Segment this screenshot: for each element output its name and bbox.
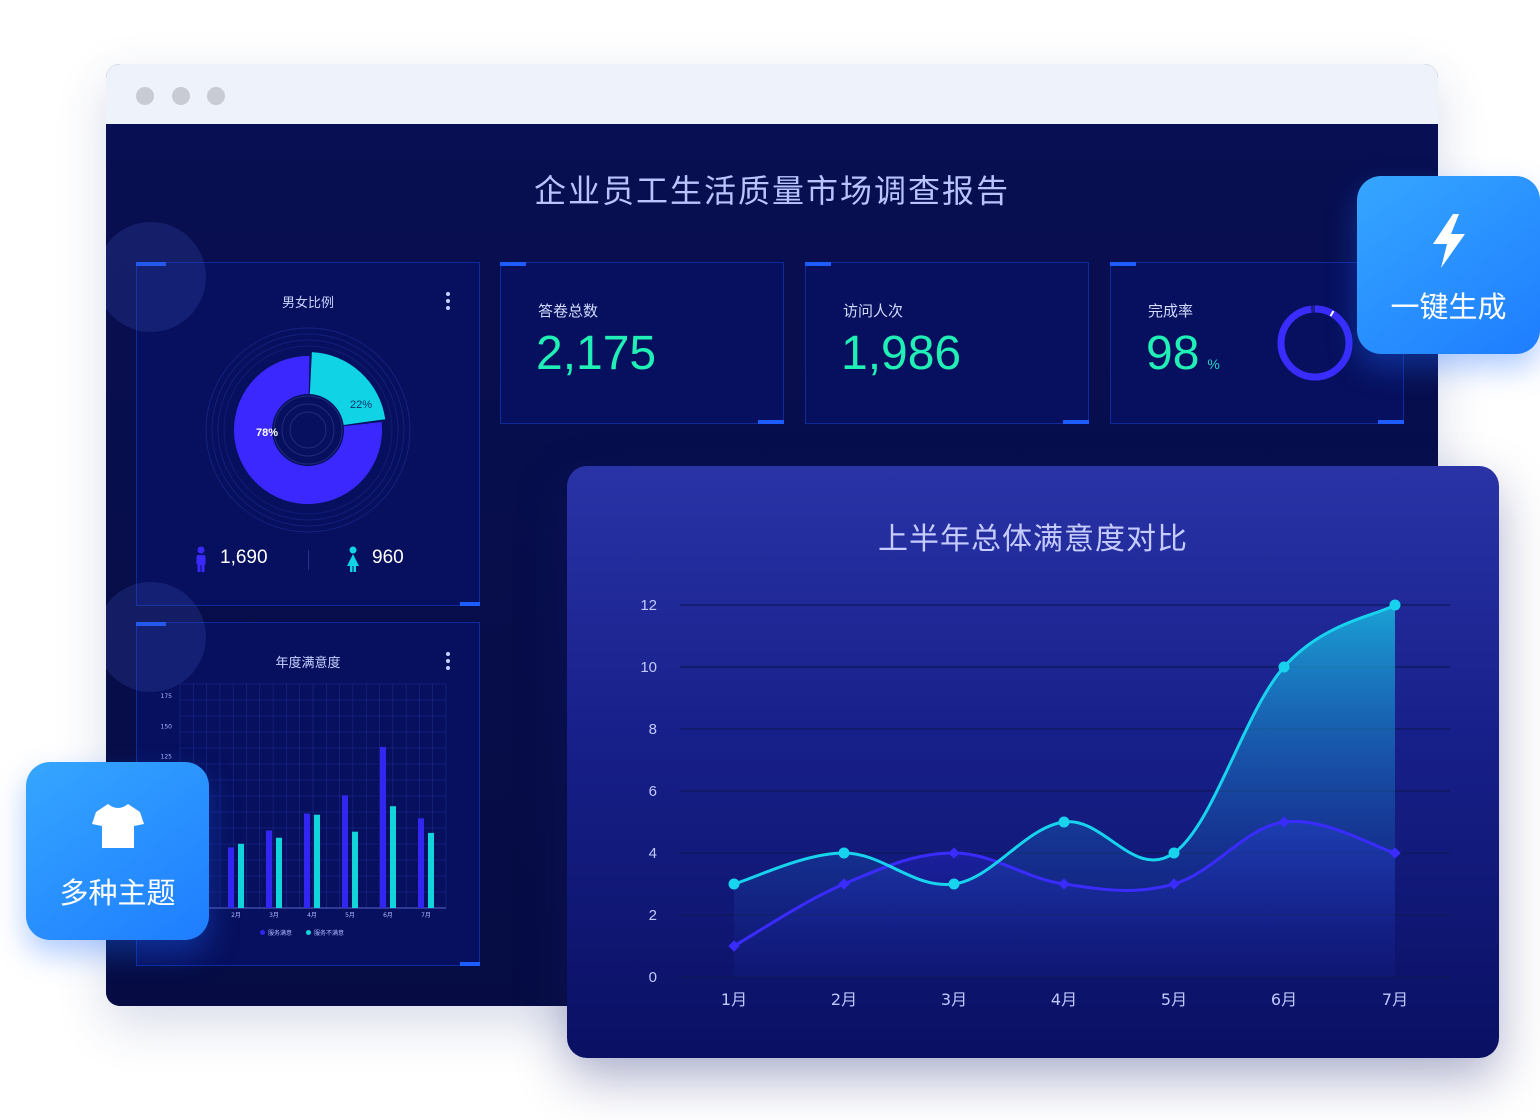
data-point bbox=[1389, 599, 1401, 611]
y-tick-label: 2 bbox=[649, 907, 657, 924]
unsatisfied-bar bbox=[314, 814, 320, 908]
y-tick-label: 12 bbox=[640, 597, 657, 614]
legend-satisfied: 服务满意 bbox=[260, 928, 292, 937]
annual-x-tick-label: 6月 bbox=[383, 912, 393, 919]
close-dot-icon[interactable] bbox=[136, 87, 154, 105]
completion-unit: % bbox=[1207, 356, 1220, 372]
visits-stat-card: 访问人次 1,986 bbox=[805, 262, 1089, 424]
data-point bbox=[1168, 847, 1180, 859]
data-point bbox=[1278, 661, 1290, 673]
satisfied-bar bbox=[380, 746, 386, 908]
minimize-dot-icon[interactable] bbox=[172, 87, 190, 105]
y-tick-label: 6 bbox=[649, 783, 657, 800]
surveys-label: 答卷总数 bbox=[538, 302, 599, 320]
x-tick-label: 3月 bbox=[941, 990, 967, 1009]
annual-y-tick-label: 175 bbox=[161, 693, 173, 700]
male-percent-label: 78% bbox=[256, 427, 278, 439]
y-tick-label: 0 bbox=[649, 969, 657, 986]
visits-value: 1,986 bbox=[841, 327, 962, 380]
satisfied-bar bbox=[266, 830, 272, 908]
data-point bbox=[1058, 816, 1070, 828]
tshirt-icon bbox=[92, 804, 144, 848]
female-slice bbox=[309, 352, 386, 426]
satisfied-bar bbox=[418, 818, 424, 908]
x-tick-label: 5月 bbox=[1161, 990, 1187, 1009]
female-icon bbox=[347, 546, 359, 572]
female-count: 960 bbox=[372, 547, 404, 568]
data-point bbox=[948, 878, 960, 890]
dashboard-title: 企业员工生活质量市场调查报告 bbox=[533, 172, 1010, 210]
one-click-generate-badge[interactable]: 一键生成 bbox=[1357, 176, 1540, 354]
completion-value: 98% bbox=[1146, 327, 1220, 380]
data-point bbox=[728, 878, 740, 890]
satisfied-bar bbox=[304, 813, 310, 908]
female-percent-label: 22% bbox=[350, 399, 372, 411]
x-tick-label: 4月 bbox=[1051, 990, 1077, 1009]
generate-badge-label: 一键生成 bbox=[1390, 290, 1507, 324]
annual-x-tick-label: 5月 bbox=[345, 912, 355, 919]
y-tick-label: 10 bbox=[640, 659, 657, 676]
surveys-value: 2,175 bbox=[536, 327, 657, 380]
legend-unsatisfied: 服务不满意 bbox=[306, 928, 344, 937]
annual-x-tick-label: 7月 bbox=[421, 912, 431, 919]
y-tick-label: 4 bbox=[649, 845, 657, 862]
x-tick-label: 7月 bbox=[1382, 990, 1408, 1009]
annual-x-tick-label: 2月 bbox=[231, 912, 241, 919]
x-tick-label: 1月 bbox=[721, 990, 747, 1009]
satisfaction-line-chart: 0 2 4 6 8 10 12 1月 2月 3月 4月 5月 6月 7月 bbox=[640, 597, 1450, 1009]
annual-x-tick-label: 3月 bbox=[269, 912, 279, 919]
x-tick-label: 2月 bbox=[831, 990, 857, 1009]
unsatisfied-bar bbox=[352, 831, 358, 908]
data-point bbox=[838, 847, 850, 859]
male-icon bbox=[196, 546, 206, 572]
gender-ratio-panel: 男女比例 78% 22% 1,690 960 bbox=[106, 222, 480, 606]
annual-y-tick-label: 125 bbox=[161, 754, 173, 761]
satisfied-bar bbox=[342, 795, 348, 908]
themes-badge-label: 多种主题 bbox=[59, 876, 176, 910]
annual-x-tick-label: 4月 bbox=[307, 912, 317, 919]
lightning-icon bbox=[1433, 214, 1465, 268]
multiple-themes-badge[interactable]: 多种主题 bbox=[26, 762, 209, 940]
visits-label: 访问人次 bbox=[843, 302, 904, 320]
unsatisfied-bar bbox=[276, 837, 282, 908]
unsatisfied-bar bbox=[428, 832, 434, 908]
half-year-satisfaction-card: 上半年总体满意度对比 0 2 4 6 8 10 12 1月 2月 3月 4月 5月 6月 7月 bbox=[567, 466, 1499, 1058]
unsatisfied-bar bbox=[390, 806, 396, 908]
surveys-stat-card: 答卷总数 2,175 bbox=[500, 262, 784, 424]
y-tick-label: 8 bbox=[649, 721, 657, 738]
window-titlebar bbox=[106, 64, 1438, 124]
male-count: 1,690 bbox=[220, 547, 268, 568]
unsatisfied-bar bbox=[238, 843, 244, 908]
completion-ring bbox=[1277, 305, 1353, 381]
x-tick-label: 6月 bbox=[1271, 990, 1297, 1009]
completion-arc bbox=[1277, 305, 1353, 381]
completion-label: 完成率 bbox=[1148, 302, 1194, 320]
satisfied-bar bbox=[228, 847, 234, 908]
maximize-dot-icon[interactable] bbox=[207, 87, 225, 105]
annual-y-tick-label: 150 bbox=[161, 723, 173, 730]
